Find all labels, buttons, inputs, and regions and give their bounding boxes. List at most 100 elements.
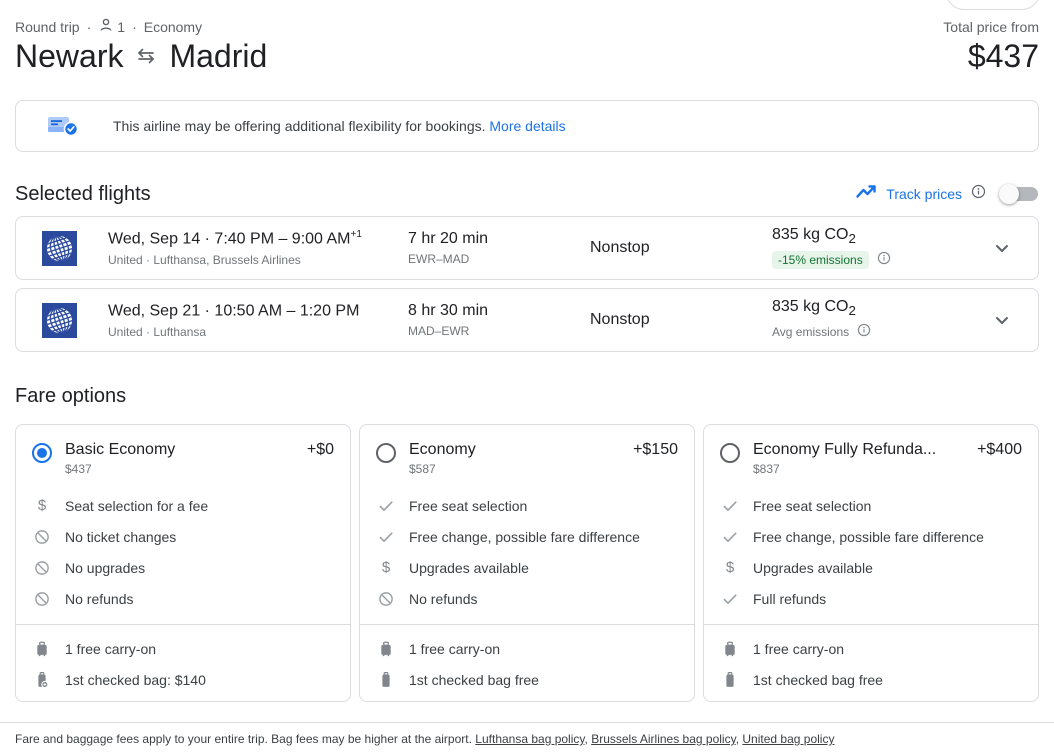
total-price-label: Total price from — [943, 18, 1039, 35]
co2-value: 835 kg CO2 — [772, 298, 856, 319]
track-prices-toggle[interactable] — [999, 184, 1039, 204]
info-icon[interactable] — [857, 323, 871, 342]
fare-options-header: Fare options — [15, 382, 1039, 410]
fare-feature: Free seat selection — [704, 490, 1038, 521]
flight-route: EWR–MAD — [408, 252, 470, 266]
fare-feature: Free seat selection — [360, 490, 694, 521]
baggage-item: 1 free carry-on — [360, 633, 694, 664]
lufthansa-bag-policy-link[interactable]: Lufthansa bag policy — [475, 732, 584, 746]
footer-disclaimer: Fare and baggage fees apply to your enti… — [15, 732, 835, 746]
passenger-count: 1 — [98, 17, 125, 36]
not-available-icon — [32, 590, 52, 608]
plus-days-superscript: +1 — [350, 229, 362, 241]
cabin-class-label: Economy — [143, 18, 203, 35]
fare-name: Economy Fully Refunda... — [753, 441, 937, 458]
fare-base-price: $837 — [753, 462, 780, 476]
page-title: Newark Madrid — [15, 38, 267, 75]
flight-info: Wed, Sep 14 · 7:40 PM – 9:00 AM+1 United… — [108, 229, 408, 266]
track-prices-label[interactable]: Track prices — [886, 186, 962, 202]
origin-city: Newark — [15, 38, 124, 74]
trip-type-label: Round trip — [15, 18, 80, 35]
trending-line-icon — [855, 181, 877, 208]
separator-dot: · — [86, 18, 92, 35]
checked-bag-icon — [376, 671, 396, 689]
passenger-count-value: 1 — [117, 18, 126, 35]
flight-datetime: Wed, Sep 21 · 10:50 AM – 1:20 PM — [108, 302, 360, 320]
dollar-icon: $ — [381, 559, 391, 576]
fare-radio[interactable] — [376, 443, 396, 463]
flight-airlines: United · Lufthansa, Brussels Airlines — [108, 252, 301, 267]
fare-options-grid: Basic Economy $437 +$0 $ Seat selection … — [15, 424, 1039, 702]
flight-stops-col: Nonstop — [590, 239, 772, 257]
fare-price-delta: +$150 — [633, 441, 678, 458]
flight-booking-page: Round trip · 1 · Economy Total price fro… — [0, 0, 1054, 702]
not-available-icon — [376, 590, 396, 608]
header-meta-row: Round trip · 1 · Economy Total price fro… — [15, 0, 1039, 36]
fare-name: Basic Economy — [65, 441, 176, 458]
chevron-down-icon[interactable] — [990, 308, 1014, 332]
fare-card-economy-fully-refundable[interactable]: Economy Fully Refunda... $837 +$400 Free… — [703, 424, 1039, 702]
check-icon — [376, 528, 396, 546]
co2-value: 835 kg CO2 — [772, 226, 856, 247]
flight-stops-col: Nonstop — [590, 311, 772, 329]
fare-radio[interactable] — [720, 443, 740, 463]
flight-duration: 8 hr 30 min — [408, 302, 489, 319]
fare-feature: Free change, possible fare difference — [704, 521, 1038, 552]
carry-on-bag-icon — [720, 640, 740, 658]
not-available-icon — [32, 559, 52, 577]
fare-feature: No refunds — [360, 583, 694, 614]
trip-summary: Round trip · 1 · Economy — [15, 17, 202, 36]
checked-bag-icon — [720, 671, 740, 689]
flight-duration-col: 7 hr 20 min EWR–MAD — [408, 230, 590, 266]
track-prices-control: Track prices — [855, 181, 1039, 208]
info-icon[interactable] — [877, 251, 891, 270]
fare-card-economy[interactable]: Economy $587 +$150 Free seat selection F… — [359, 424, 695, 702]
banner-message: This airline may be offering additional … — [113, 118, 566, 134]
check-icon — [720, 590, 740, 608]
chevron-down-icon[interactable] — [990, 236, 1014, 260]
fare-card-basic-economy[interactable]: Basic Economy $437 +$0 $ Seat selection … — [15, 424, 351, 702]
dollar-icon: $ — [725, 559, 735, 576]
fare-base-price: $437 — [65, 462, 92, 476]
flight-stops: Nonstop — [590, 311, 650, 328]
total-price-value: $437 — [967, 38, 1039, 74]
more-details-link[interactable]: More details — [489, 118, 565, 134]
emissions-badge: -15% emissions — [772, 251, 869, 270]
flight-row-return[interactable]: Wed, Sep 21 · 10:50 AM – 1:20 PM United … — [15, 288, 1039, 352]
baggage-item: 1st checked bag free — [704, 664, 1038, 695]
carry-on-bag-icon — [32, 640, 52, 658]
share-button[interactable] — [946, 0, 1040, 10]
fare-feature: $ Seat selection for a fee — [16, 490, 350, 521]
flight-route: MAD–EWR — [408, 324, 470, 338]
fare-feature: $ Upgrades available — [704, 552, 1038, 583]
not-available-icon — [32, 528, 52, 546]
separator-dot: · — [132, 18, 137, 35]
flight-info: Wed, Sep 21 · 10:50 AM – 1:20 PM United … — [108, 301, 408, 339]
header-title-row: Newark Madrid $437 — [15, 38, 1039, 75]
fare-feature: $ Upgrades available — [360, 552, 694, 583]
baggage-item: 1 free carry-on — [16, 633, 350, 664]
fare-price-delta: +$0 — [306, 441, 334, 458]
flight-row-outbound[interactable]: Wed, Sep 14 · 7:40 PM – 9:00 AM+1 United… — [15, 216, 1039, 280]
checked-bag-fee-icon — [32, 671, 52, 689]
round-trip-swap-icon — [135, 38, 157, 75]
united-bag-policy-link[interactable]: United bag policy — [742, 732, 834, 746]
footer: Fare and baggage fees apply to your enti… — [0, 722, 1054, 746]
fare-feature: Free change, possible fare difference — [360, 521, 694, 552]
info-icon[interactable] — [971, 184, 986, 204]
check-icon — [720, 497, 740, 515]
brussels-airlines-bag-policy-link[interactable]: Brussels Airlines bag policy — [591, 732, 736, 746]
fare-price-delta: +$400 — [977, 441, 1022, 458]
fare-radio-selected[interactable] — [32, 443, 52, 463]
united-airlines-logo — [42, 230, 77, 266]
flight-datetime: Wed, Sep 14 · 7:40 PM – 9:00 AM+1 — [108, 229, 362, 248]
flight-stops: Nonstop — [590, 239, 650, 256]
flexibility-banner: This airline may be offering additional … — [15, 100, 1039, 152]
fare-feature: No upgrades — [16, 552, 350, 583]
flight-duration-col: 8 hr 30 min MAD–EWR — [408, 302, 590, 338]
check-icon — [376, 497, 396, 515]
baggage-item: 1 free carry-on — [704, 633, 1038, 664]
check-icon — [720, 528, 740, 546]
fare-feature: No refunds — [16, 583, 350, 614]
fare-options-title: Fare options — [15, 384, 127, 407]
